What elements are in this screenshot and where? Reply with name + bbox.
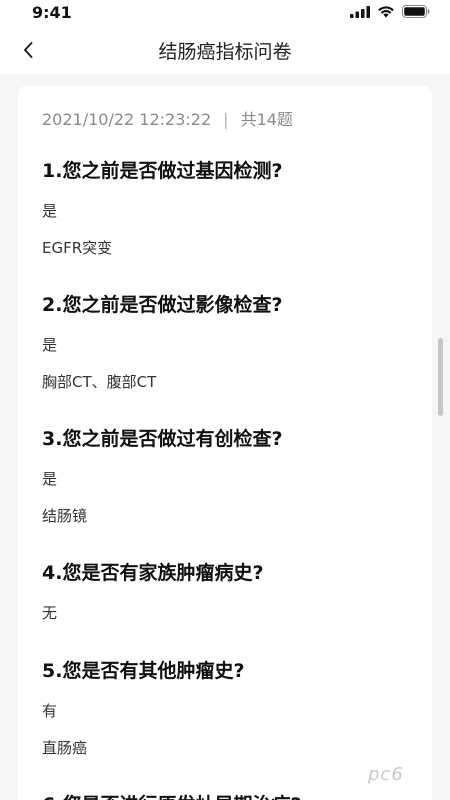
watermark: pc6 — [368, 764, 404, 785]
meta-separator: | — [223, 110, 229, 129]
nav-bar: 结肠癌指标问卷 — [0, 26, 450, 74]
question-answer: 无 — [42, 604, 58, 622]
status-icons — [350, 5, 430, 18]
question-title: 5.您是否有其他肿瘤史? — [42, 660, 245, 682]
page-title: 结肠癌指标问卷 — [158, 41, 292, 63]
question-count: 共14题 — [240, 110, 293, 129]
status-time: 9:41 — [32, 3, 72, 22]
question-title: 4.您是否有家族肿瘤病史? — [42, 562, 264, 584]
question-answer: 是 — [42, 336, 58, 354]
question-answer: 有 — [42, 702, 58, 720]
question-title: 3.您之前是否做过有创检查? — [42, 428, 283, 450]
question-answer: 是 — [42, 202, 58, 220]
signal-icon — [350, 5, 370, 18]
question-title: 1.您之前是否做过基因检测? — [42, 160, 283, 182]
questionnaire-card[interactable]: 2021/10/22 12:23:22 | 共14题 1.您之前是否做过基因检测? … — [18, 86, 432, 800]
wifi-icon — [378, 6, 394, 18]
question-answer-detail: 胸部CT、腹部CT — [42, 373, 157, 391]
battery-icon — [402, 5, 430, 18]
submit-datetime: 2021/10/22 12:23:22 — [42, 110, 212, 129]
scrollbar[interactable] — [438, 338, 443, 416]
question-answer: 是 — [42, 470, 58, 488]
question-answer-detail: EGFR突变 — [42, 239, 113, 257]
question-answer-detail: 直肠癌 — [42, 739, 88, 757]
questionnaire-meta: 2021/10/22 12:23:22 | 共14题 — [42, 106, 293, 130]
status-bar: 9:41 — [0, 0, 450, 26]
question-title: 6.您是否进行原发灶早期治疗? — [42, 790, 301, 800]
question-answer-detail: 结肠镜 — [42, 507, 88, 525]
question-title: 2.您之前是否做过影像检查? — [42, 294, 283, 316]
